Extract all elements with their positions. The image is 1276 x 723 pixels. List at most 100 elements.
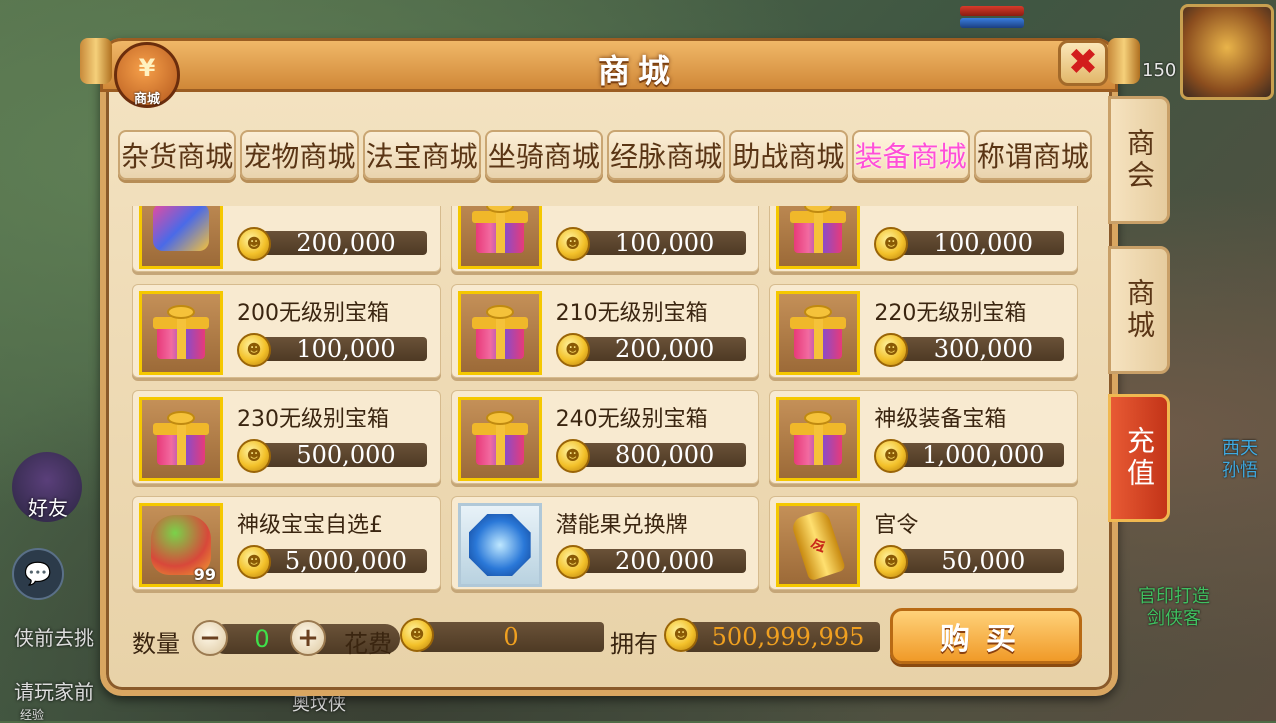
- purchase-footer: 数量 − 0 + 花费 ☻ 0 拥有 ☻ 500,999,995 购买: [128, 608, 1088, 664]
- item-card[interactable]: ☻ 100,000: [769, 206, 1078, 272]
- side-tab-recharge[interactable]: 充值: [1108, 394, 1170, 522]
- item-price: ☻ 300,000: [874, 333, 1065, 367]
- player-hp-mp-bars: [960, 4, 1024, 34]
- item-name: 240无级别宝箱: [555, 407, 708, 432]
- item-card[interactable]: 令 官令 ☻ 50,000: [769, 496, 1078, 590]
- item-grid[interactable]: ☻ 200,000 ☻ 100,000 ☻ 100,000 200无级别宝箱 ☻ 100…: [132, 206, 1078, 598]
- item-price: ☻ 200,000: [555, 545, 746, 579]
- coin-icon: ☻: [237, 333, 271, 367]
- item-row: 99 神级宝宝自选£ ☻ 5,000,000 潜能果兑换牌 ☻ 200,000 令 …: [132, 496, 1078, 594]
- item-price: ☻ 5,000,000: [237, 545, 427, 579]
- item-name: 官令: [874, 513, 919, 538]
- item-row: 200无级别宝箱 ☻ 100,000 210无级别宝箱 ☻ 200,000 220无…: [132, 284, 1078, 382]
- gift-box-icon: [139, 397, 223, 481]
- coin-icon: ☻: [664, 618, 698, 652]
- item-name: 神级宝宝自选£: [237, 513, 383, 538]
- item-card[interactable]: ☻ 200,000: [132, 206, 441, 272]
- coin-icon: ☻: [874, 545, 909, 579]
- gift-box-icon: [457, 206, 542, 269]
- coin-icon: ☻: [555, 439, 590, 473]
- item-price: ☻ 50,000: [874, 545, 1065, 579]
- coin-icon: ☻: [237, 439, 271, 473]
- golden-token-icon: 令: [776, 503, 861, 587]
- item-name: 神级装备宝箱: [874, 407, 1007, 432]
- item-price: ☻ 100,000: [555, 227, 746, 261]
- chat-line-1: 侠前去挑: [14, 626, 94, 650]
- coin-icon: ☻: [555, 333, 590, 367]
- cost-value: 0: [503, 623, 519, 651]
- decorated-chest-icon: [139, 206, 223, 269]
- coin-icon: ☻: [400, 618, 434, 652]
- shop-badge-label: 商城: [133, 92, 160, 107]
- close-x-icon: ✖: [1067, 42, 1099, 83]
- item-price: ☻ 1,000,000: [874, 439, 1065, 473]
- tab-title[interactable]: 称谓商城: [973, 130, 1092, 180]
- gift-box-icon: [457, 397, 542, 481]
- tab-assist[interactable]: 助战商城: [729, 130, 848, 180]
- owned-value: 500,999,995: [711, 623, 865, 651]
- item-card[interactable]: 220无级别宝箱 ☻ 300,000: [769, 284, 1078, 378]
- item-row: ☻ 200,000 ☻ 100,000 ☻ 100,000: [132, 206, 1078, 276]
- chat-line-2: 请玩家前: [14, 680, 94, 704]
- quantity-label: 数量: [132, 630, 180, 658]
- item-price: ☻ 100,000: [874, 227, 1065, 261]
- item-card[interactable]: 230无级别宝箱 ☻ 500,000: [132, 390, 441, 484]
- decrease-quantity-button[interactable]: −: [192, 620, 228, 656]
- coin-icon: ☻: [555, 227, 590, 261]
- side-tab-mall[interactable]: 商城: [1108, 246, 1170, 374]
- item-name: 200无级别宝箱: [237, 301, 389, 326]
- gift-box-icon: [139, 291, 223, 375]
- item-card[interactable]: 240无级别宝箱 ☻ 800,000: [450, 390, 760, 484]
- gift-box-icon: [457, 291, 542, 375]
- shop-category-tabs: 杂货商城 宠物商城 法宝商城 坐骑商城 经脉商城 助战商城 装备商城 称谓商城: [118, 130, 1092, 180]
- close-button[interactable]: ✖: [1058, 40, 1108, 86]
- npc-name-top[interactable]: 西天 孙悟: [1222, 438, 1258, 482]
- owned-label: 拥有: [610, 630, 658, 658]
- blue-gem-token-icon: [457, 503, 542, 587]
- coin-icon: ☻: [555, 545, 590, 579]
- item-card[interactable]: 210无级别宝箱 ☻ 200,000: [450, 284, 760, 378]
- pet-bundle-icon: 99: [139, 503, 223, 587]
- coin-icon: ☻: [237, 545, 271, 579]
- plus-icon: +: [297, 623, 319, 653]
- tab-meridian[interactable]: 经脉商城: [607, 130, 726, 180]
- item-price: ☻ 200,000: [555, 333, 746, 367]
- item-name: 210无级别宝箱: [555, 301, 708, 326]
- item-row: 230无级别宝箱 ☻ 500,000 240无级别宝箱 ☻ 800,000 神级装备…: [132, 390, 1078, 488]
- increase-quantity-button[interactable]: +: [290, 620, 326, 656]
- buy-button[interactable]: 购买: [890, 608, 1082, 664]
- side-tab-guild-shop[interactable]: 商会: [1108, 96, 1170, 224]
- item-card[interactable]: 99 神级宝宝自选£ ☻ 5,000,000: [132, 496, 441, 590]
- item-price: ☻ 100,000: [237, 333, 427, 367]
- chat-bubble-icon[interactable]: 💬: [12, 548, 64, 600]
- tab-mount[interactable]: 坐骑商城: [484, 130, 603, 180]
- exp-label: 经验: [20, 708, 45, 722]
- tab-equipment[interactable]: 装备商城: [851, 130, 970, 180]
- gift-box-icon: [776, 206, 861, 269]
- gift-box-icon: [776, 291, 861, 375]
- item-name: 潜能果兑换牌: [555, 513, 688, 538]
- coin-icon: ☻: [874, 333, 909, 367]
- item-card[interactable]: ☻ 100,000: [450, 206, 760, 272]
- cost-label: 花费: [344, 630, 392, 658]
- npc-name-bottom[interactable]: 官印打造 剑侠客: [1138, 586, 1210, 630]
- coin-icon: ☻: [237, 227, 271, 261]
- tab-pet[interactable]: 宠物商城: [240, 130, 359, 180]
- coin-icon: ☻: [874, 227, 909, 261]
- item-card[interactable]: 潜能果兑换牌 ☻ 200,000: [450, 496, 760, 590]
- quantity-value: 0: [254, 625, 270, 653]
- item-card[interactable]: 神级装备宝箱 ☻ 1,000,000: [769, 390, 1078, 484]
- item-name: 220无级别宝箱: [874, 301, 1027, 326]
- item-price: ☻ 200,000: [237, 227, 427, 261]
- minus-icon: −: [199, 623, 221, 653]
- gift-box-icon: [776, 397, 861, 481]
- item-price: ☻ 800,000: [555, 439, 746, 473]
- friend-label[interactable]: 好友: [28, 492, 68, 521]
- item-name: 230无级别宝箱: [237, 407, 389, 432]
- item-card[interactable]: 200无级别宝箱 ☻ 100,000: [132, 284, 441, 378]
- item-price: ☻ 500,000: [237, 439, 427, 473]
- stack-count: 99: [193, 565, 216, 584]
- tab-treasure[interactable]: 法宝商城: [362, 130, 481, 180]
- tab-grocery[interactable]: 杂货商城: [118, 130, 237, 180]
- coin-icon: ☻: [874, 439, 909, 473]
